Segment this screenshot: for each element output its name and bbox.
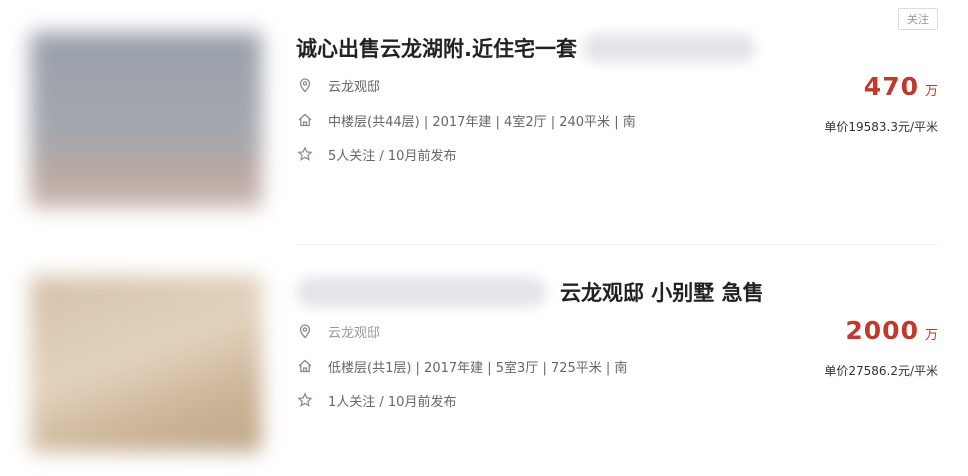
- listing-location: 云龙观邸: [296, 73, 380, 97]
- house-info-text: 低楼层(共1层) | 2017年建 | 5室3厅 | 725平米 | 南: [328, 360, 628, 376]
- location-pin-icon: [296, 76, 314, 94]
- listing-card[interactable]: 诚心出售云龙湖附.近住宅一套 云龙观邸 中楼层(共44层) | 2017年建 |…: [0, 0, 968, 238]
- price-unit: 万: [924, 84, 938, 99]
- redacted-text: [582, 33, 755, 63]
- star-icon: [296, 145, 314, 163]
- listing-thumbnail[interactable]: [30, 32, 262, 208]
- listing-location: 云龙观邸: [296, 319, 380, 343]
- unit-price: 单价27586.2元/平米: [824, 364, 938, 378]
- price-value: 470: [863, 72, 919, 101]
- house-icon: [296, 111, 314, 129]
- listing-follow-info: 5人关注 / 10月前发布: [296, 142, 456, 166]
- house-info-text: 中楼层(共44层) | 2017年建 | 4室2厅 | 240平米 | 南: [328, 114, 636, 130]
- listing-title[interactable]: 云龙观邸 小别墅 急售: [560, 277, 764, 307]
- follow-info-text: 5人关注 / 10月前发布: [328, 148, 457, 164]
- price-value: 2000: [845, 316, 919, 345]
- total-price: 2000 万: [845, 316, 938, 345]
- listing-card[interactable]: 云龙观邸 小别墅 急售 云龙观邸 低楼层(共1层) | 2017年建 | 5室3…: [0, 238, 968, 476]
- listing-follow-info: 1人关注 / 10月前发布: [296, 388, 456, 412]
- listing-title[interactable]: 诚心出售云龙湖附.近住宅一套: [296, 33, 577, 63]
- follow-info-text: 1人关注 / 10月前发布: [328, 394, 457, 410]
- listing-house-info: 中楼层(共44层) | 2017年建 | 4室2厅 | 240平米 | 南: [296, 108, 636, 132]
- listing-title-row: 诚心出售云龙湖附.近住宅一套: [296, 30, 755, 66]
- unit-price: 单价19583.3元/平米: [824, 120, 938, 134]
- follow-button[interactable]: 关注: [898, 8, 938, 30]
- total-price: 470 万: [864, 72, 938, 101]
- listing-house-info: 低楼层(共1层) | 2017年建 | 5室3厅 | 725平米 | 南: [296, 354, 627, 378]
- listing-thumbnail[interactable]: [30, 276, 262, 452]
- price-unit: 万: [924, 328, 938, 343]
- house-icon: [296, 357, 314, 375]
- location-pin-icon: [296, 322, 314, 340]
- location-label[interactable]: 云龙观邸: [328, 322, 380, 341]
- star-icon: [296, 391, 314, 409]
- location-label[interactable]: 云龙观邸: [328, 76, 380, 95]
- listing-title-row: 云龙观邸 小别墅 急售: [296, 274, 764, 310]
- redacted-text: [296, 277, 546, 307]
